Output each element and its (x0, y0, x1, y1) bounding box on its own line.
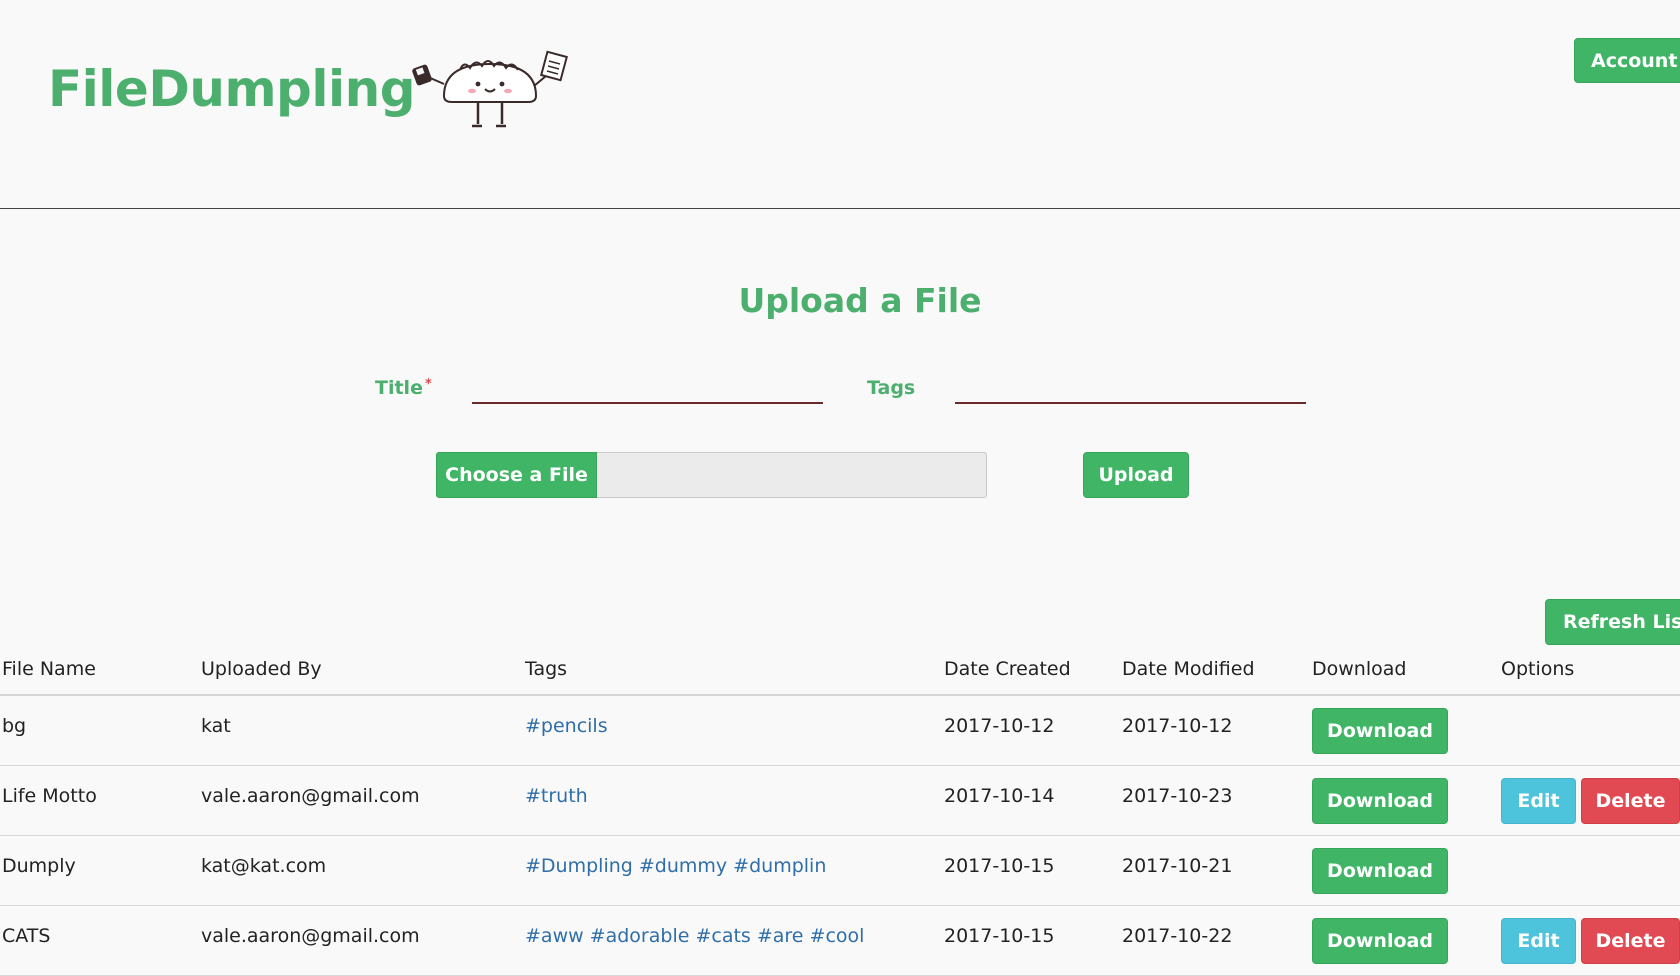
download-button[interactable]: Download (1312, 848, 1448, 894)
column-header-tags: Tags (525, 658, 568, 680)
date-modified-cell: 2017-10-21 (1122, 855, 1233, 877)
title-label-text: Title (375, 377, 423, 399)
tags-field-label: Tags (867, 377, 916, 399)
site-header: FileDumpling Account (0, 0, 1680, 209)
edit-button[interactable]: Edit (1501, 778, 1576, 824)
tags-link[interactable]: #Dumpling #dummy #dumplin (525, 855, 826, 877)
required-marker: * (424, 377, 432, 392)
brand-title[interactable]: FileDumpling (48, 60, 416, 118)
uploaded-by-cell: vale.aaron@gmail.com (201, 785, 420, 807)
upload-button[interactable]: Upload (1083, 452, 1189, 498)
file-picker: Choose a File (436, 452, 987, 498)
date-created-cell: 2017-10-15 (944, 855, 1055, 877)
table-row: CATS vale.aaron@gmail.com #aww #adorable… (0, 906, 1680, 976)
date-modified-cell: 2017-10-23 (1122, 785, 1233, 807)
uploaded-by-cell: vale.aaron@gmail.com (201, 925, 420, 947)
download-button[interactable]: Download (1312, 918, 1448, 964)
table-row: Life Motto vale.aaron@gmail.com #truth 2… (0, 766, 1680, 836)
file-name-cell: CATS (2, 925, 51, 947)
download-button[interactable]: Download (1312, 708, 1448, 754)
dumpling-mascot-logo (412, 50, 568, 128)
tags-input[interactable] (955, 372, 1306, 404)
delete-button[interactable]: Delete (1581, 778, 1680, 824)
table-row: bg kat #pencils 2017-10-12 2017-10-12 Do… (0, 696, 1680, 766)
column-header-options: Options (1501, 658, 1575, 680)
uploaded-by-cell: kat@kat.com (201, 855, 327, 877)
tags-link[interactable]: #aww #adorable #cats #are #cool (525, 925, 864, 947)
file-name-cell: Dumply (2, 855, 76, 877)
edit-button[interactable]: Edit (1501, 918, 1576, 964)
account-button[interactable]: Account (1574, 38, 1680, 83)
tags-link[interactable]: #pencils (525, 715, 608, 737)
title-field-label: Title * (375, 377, 432, 399)
date-modified-cell: 2017-10-12 (1122, 715, 1233, 737)
uploaded-by-cell: kat (201, 715, 231, 737)
upload-heading: Upload a File (738, 281, 982, 320)
column-header-download: Download (1312, 658, 1407, 680)
refresh-list-button[interactable]: Refresh List (1545, 599, 1680, 645)
column-header-file-name: File Name (2, 658, 96, 680)
table-header: File Name Uploaded By Tags Date Created … (0, 648, 1680, 696)
download-button[interactable]: Download (1312, 778, 1448, 824)
tags-link[interactable]: #truth (525, 785, 588, 807)
delete-button[interactable]: Delete (1581, 918, 1680, 964)
chosen-file-display[interactable] (597, 452, 987, 498)
date-created-cell: 2017-10-12 (944, 715, 1055, 737)
choose-file-button[interactable]: Choose a File (436, 452, 597, 498)
column-header-date-created: Date Created (944, 658, 1071, 680)
column-header-uploaded-by: Uploaded By (201, 658, 322, 680)
file-name-cell: Life Motto (2, 785, 97, 807)
column-header-date-modified: Date Modified (1122, 658, 1255, 680)
date-created-cell: 2017-10-14 (944, 785, 1055, 807)
file-name-cell: bg (2, 715, 27, 737)
title-input[interactable] (472, 372, 823, 404)
date-created-cell: 2017-10-15 (944, 925, 1055, 947)
table-row: Dumply kat@kat.com #Dumpling #dummy #dum… (0, 836, 1680, 906)
file-table: File Name Uploaded By Tags Date Created … (0, 648, 1680, 976)
date-modified-cell: 2017-10-22 (1122, 925, 1233, 947)
